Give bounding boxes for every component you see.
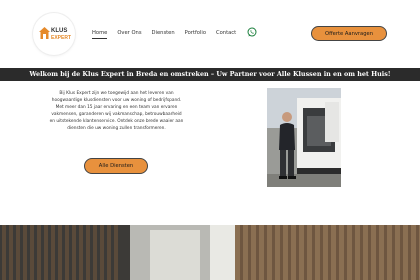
- photo-illustration: [267, 88, 341, 187]
- banner-heading: Welkom bij de Klus Expert in Breda en om…: [29, 70, 391, 78]
- quote-request-button[interactable]: Offerte Aanvragen: [311, 26, 387, 41]
- site-header: KLUS EXPERT Home Over Ons Diensten Portf…: [0, 0, 420, 68]
- nav-item-portfolio[interactable]: Portfolio: [185, 30, 206, 39]
- logo[interactable]: KLUS EXPERT: [33, 13, 75, 55]
- whatsapp-icon[interactable]: [247, 27, 257, 37]
- welcome-banner: Welkom bij de Klus Expert in Breda en om…: [0, 68, 420, 81]
- man-at-van-photo: [267, 88, 341, 187]
- logo-expert: EXPERT: [51, 35, 72, 41]
- logo-text: KLUS EXPERT: [51, 28, 71, 41]
- logo-klus: KLUS: [51, 28, 68, 34]
- intro-text: Bij Klus Expert zijn we toegewijd aan he…: [49, 91, 184, 132]
- nav-item-contact[interactable]: Contact: [216, 30, 236, 39]
- house-icon: [39, 27, 50, 39]
- project-gallery-photo: [0, 225, 420, 280]
- all-services-button[interactable]: Alle Diensten: [84, 158, 148, 174]
- nav-item-diensten[interactable]: Diensten: [152, 30, 175, 39]
- nav-item-home[interactable]: Home: [92, 30, 108, 39]
- gallery-illustration: [0, 225, 420, 280]
- nav-item-over-ons[interactable]: Over Ons: [117, 30, 141, 39]
- main-nav: Home Over Ons Diensten Portfolio Contact: [92, 30, 246, 39]
